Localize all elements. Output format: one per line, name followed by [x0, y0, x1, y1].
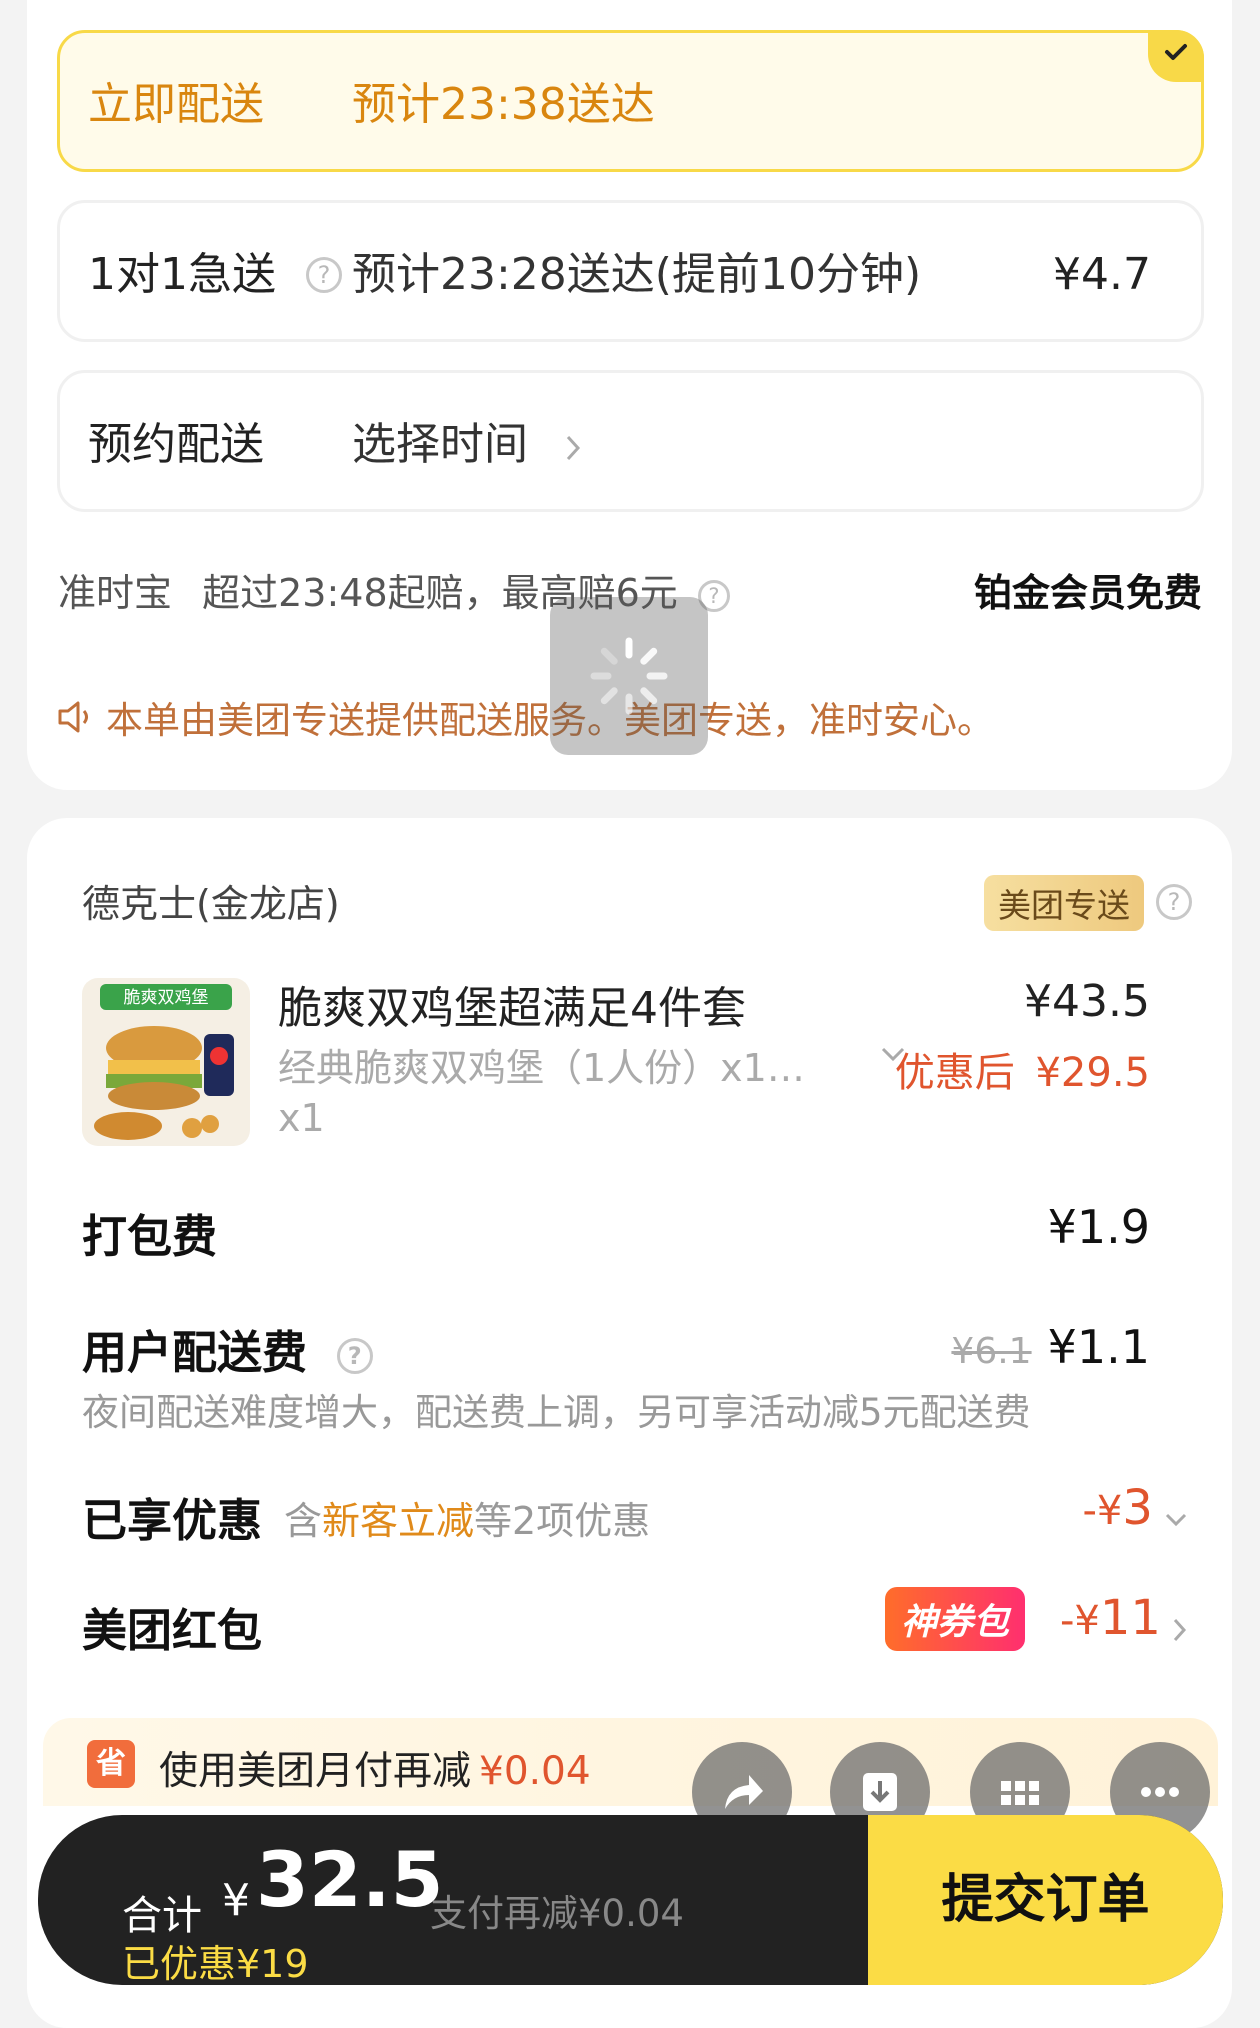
help-icon[interactable]: ?: [336, 1338, 373, 1374]
delivery-service-badge: 美团专送: [984, 875, 1144, 931]
total-currency: ¥: [222, 1875, 250, 1926]
more-icon: [1141, 1787, 1179, 1797]
share-icon: [725, 1775, 763, 1809]
option-eta: 选择时间: [352, 419, 528, 470]
grid-icon: [1001, 1781, 1039, 1805]
delivery-fee-label: 用户配送费 ?: [82, 1316, 373, 1381]
platinum-free-label: 铂金会员免费: [973, 571, 1202, 615]
help-icon[interactable]: ?: [1156, 884, 1192, 920]
discounts-value-number: 3: [1122, 1480, 1153, 1536]
total-extra-discount: 支付再减¥0.04: [430, 1892, 684, 1935]
delivery-option-scheduled[interactable]: 预约配送 选择时间: [57, 370, 1204, 512]
redpacket-value-number: 11: [1099, 1590, 1161, 1646]
delivery-notice: 本单由美团专送提供配送服务。美团专送，准时安心。: [56, 690, 994, 744]
store-name[interactable]: 德克士(金龙店): [82, 873, 340, 928]
submit-order-button[interactable]: 提交订单: [868, 1815, 1223, 1985]
delivery-option-express[interactable]: 1对1急送 ? 预计23:28送达(提前10分钟) ¥4.7: [57, 200, 1204, 342]
discounts-suffix: 等2项优惠: [474, 1499, 651, 1543]
checkout-bar: 合计 ¥ 32.5 支付再减¥0.04 已优惠¥19 提交订单: [38, 1815, 1223, 1985]
discount-label: 优惠后: [894, 1050, 1015, 1096]
chevron-down-icon: [1165, 1513, 1187, 1526]
product-image[interactable]: 脆爽双鸡堡: [82, 978, 250, 1146]
product-image-text: 脆爽双鸡堡: [124, 988, 209, 1008]
chevron-right-icon: [1173, 1618, 1187, 1641]
ontime-label: 准时宝: [58, 571, 173, 615]
discounts-label: 已享优惠: [82, 1494, 263, 1547]
discounts-value-prefix: -¥: [1082, 1488, 1123, 1534]
option-label: 预约配送: [88, 419, 264, 470]
packing-fee-label: 打包费: [82, 1210, 218, 1263]
product-price: ¥43.5: [1024, 976, 1150, 1027]
help-icon[interactable]: ?: [306, 257, 342, 293]
packing-fee-value: ¥1.9: [1047, 1200, 1150, 1254]
total-amount: 32.5: [256, 1835, 444, 1924]
delivery-option-immediate[interactable]: 立即配送 预计23:38送达: [57, 30, 1204, 172]
discounts-highlight: 新客立减: [322, 1499, 475, 1543]
option-fee: ¥4.7: [1053, 249, 1151, 300]
loading-spinner: [550, 597, 708, 755]
delivery-fee-note: 夜间配送难度增大，配送费上调，另可享活动减5元配送费: [82, 1391, 1031, 1434]
download-icon: [863, 1773, 897, 1811]
pay-promo-text: 使用美团月付再减 ¥0.04: [159, 1740, 591, 1796]
total-saved[interactable]: 已优惠¥19: [122, 1933, 309, 1985]
spinner-icon: [590, 637, 668, 715]
product-description: 经典脆爽双鸡堡（1人份）x1…: [278, 1046, 805, 1090]
product-quantity: x1: [278, 1096, 325, 1140]
option-eta: 预计23:28送达(提前10分钟): [352, 249, 922, 300]
save-icon: 省: [87, 1740, 135, 1788]
coupon-pack-badge[interactable]: 神券包: [885, 1587, 1026, 1651]
pay-promo-label: 使用美团月付再减: [159, 1749, 472, 1794]
product-discounted-price[interactable]: 优惠后 ¥29.5: [895, 1040, 1150, 1098]
discounts-prefix: 含: [284, 1499, 323, 1543]
current-delivery-fee: ¥1.1: [1047, 1320, 1150, 1374]
redpacket-label: 美团红包: [82, 1604, 263, 1657]
product-name[interactable]: 脆爽双鸡堡超满足4件套: [278, 972, 746, 1036]
redpacket-value-prefix: -¥: [1059, 1598, 1100, 1644]
speaker-icon: [58, 701, 88, 733]
discounts-value[interactable]: -¥3: [1082, 1480, 1188, 1536]
chevron-right-icon: [566, 435, 581, 461]
delivery-fee-text: 用户配送费: [82, 1326, 308, 1379]
option-label: 立即配送: [88, 79, 264, 130]
option-eta: 预计23:38送达: [352, 79, 655, 130]
original-delivery-fee: ¥6.1: [951, 1331, 1032, 1372]
delivery-fee-value: ¥6.1 ¥1.1: [951, 1320, 1150, 1374]
redpacket-value[interactable]: -¥11: [1060, 1590, 1188, 1646]
option-label: 1对1急送: [88, 249, 276, 300]
pay-promo-amount: ¥0.04: [479, 1749, 591, 1794]
discount-price: ¥29.5: [1035, 1050, 1150, 1096]
selected-check-icon: [1148, 30, 1204, 82]
discounts-summary[interactable]: 含新客立减等2项优惠: [284, 1490, 650, 1545]
